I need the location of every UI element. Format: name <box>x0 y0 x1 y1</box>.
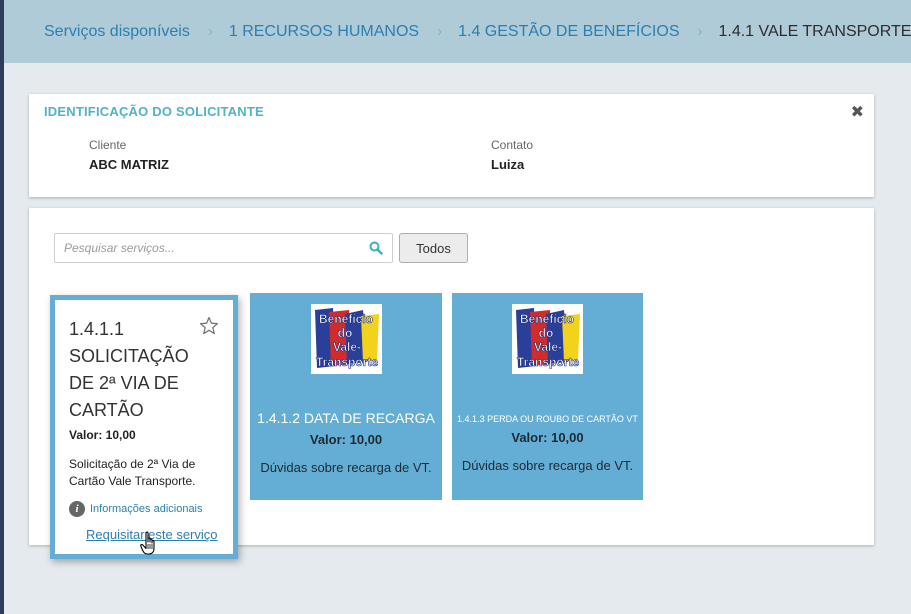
logo-line-1: Benefício <box>318 312 372 326</box>
hand-cursor-icon <box>140 531 155 555</box>
logo-line-4: Transporte <box>315 355 377 369</box>
search-icon[interactable] <box>369 241 383 255</box>
contact-field: Contato Luiza <box>491 138 533 172</box>
service-card-perda-roubo[interactable]: Benefício do Vale- Transporte 1.4.1.3 PE… <box>452 293 643 500</box>
vale-transporte-logo-icon: Benefício do Vale- Transporte <box>512 304 583 374</box>
logo-line-1: Benefício <box>520 312 574 326</box>
client-field: Cliente ABC MATRIZ <box>89 138 169 172</box>
logo-line-3: Vale- <box>534 340 562 354</box>
service-card-price: Valor: 10,00 <box>309 432 383 447</box>
service-card-title: 1.4.1.3 PERDA OU ROUBO DE CARTÃO VT <box>457 414 638 424</box>
additional-info-link[interactable]: Informações adicionais <box>90 503 203 515</box>
logo-line-4: Transporte <box>517 355 579 369</box>
client-value: ABC MATRIZ <box>89 157 169 172</box>
breadcrumb-item-recursos-humanos[interactable]: 1 RECURSOS HUMANOS <box>229 23 419 41</box>
service-card-title: 1.4.1.1 SOLICITAÇÃO DE 2ª VIA DE CARTÃO <box>69 319 189 420</box>
service-card-segunda-via[interactable]: 1.4.1.1 SOLICITAÇÃO DE 2ª VIA DE CARTÃO … <box>50 295 238 559</box>
breadcrumb-item-vale-transporte: 1.4.1 VALE TRANSPORTE <box>718 22 911 40</box>
left-edge-bar <box>0 0 4 614</box>
service-card-description: Dúvidas sobre recarga de VT. <box>461 458 634 473</box>
requester-panel-title: IDENTIFICAÇÃO DO SOLICITANTE <box>44 104 264 119</box>
contact-label: Contato <box>491 138 534 152</box>
search-box <box>54 233 393 263</box>
close-icon[interactable]: ✖ <box>851 102 864 122</box>
logo-line-2: do <box>539 326 554 340</box>
breadcrumb-separator-icon: › <box>697 23 703 40</box>
contact-value: Luiza <box>491 157 525 172</box>
client-label: Cliente <box>89 138 127 152</box>
breadcrumb: Serviços disponíveis › 1 RECURSOS HUMANO… <box>4 0 911 63</box>
logo-line-3: Vale- <box>332 340 360 354</box>
info-icon: i <box>69 501 85 517</box>
search-input[interactable] <box>55 234 355 262</box>
service-card-price: Valor: 10,00 <box>511 430 584 445</box>
breadcrumb-item-gestao-beneficios[interactable]: 1.4 GESTÃO DE BENEFÍCIOS <box>458 23 679 41</box>
info-row: i Informações adicionais <box>69 501 233 517</box>
service-card-description: Solicitação de 2ª Via de Cartão Vale Tra… <box>69 457 196 488</box>
breadcrumb-separator-icon: › <box>437 23 443 40</box>
filter-all-button[interactable]: Todos <box>399 233 468 263</box>
service-card-description: Dúvidas sobre recarga de VT. <box>260 460 432 475</box>
service-card-title: 1.4.1.2 DATA DE RECARGA <box>257 410 435 426</box>
service-card-data-recarga[interactable]: Benefício do Vale- Transporte 1.4.1.2 DA… <box>250 293 442 500</box>
vale-transporte-logo-icon: Benefício do Vale- Transporte <box>310 304 382 374</box>
logo-line-2: do <box>337 326 352 340</box>
service-card-price: Valor: 10,00 <box>69 428 136 442</box>
star-icon[interactable] <box>199 316 219 336</box>
requester-panel: IDENTIFICAÇÃO DO SOLICITANTE ✖ Cliente A… <box>29 94 874 197</box>
breadcrumb-item-servicos[interactable]: Serviços disponíveis <box>44 23 190 41</box>
breadcrumb-separator-icon: › <box>207 23 213 40</box>
